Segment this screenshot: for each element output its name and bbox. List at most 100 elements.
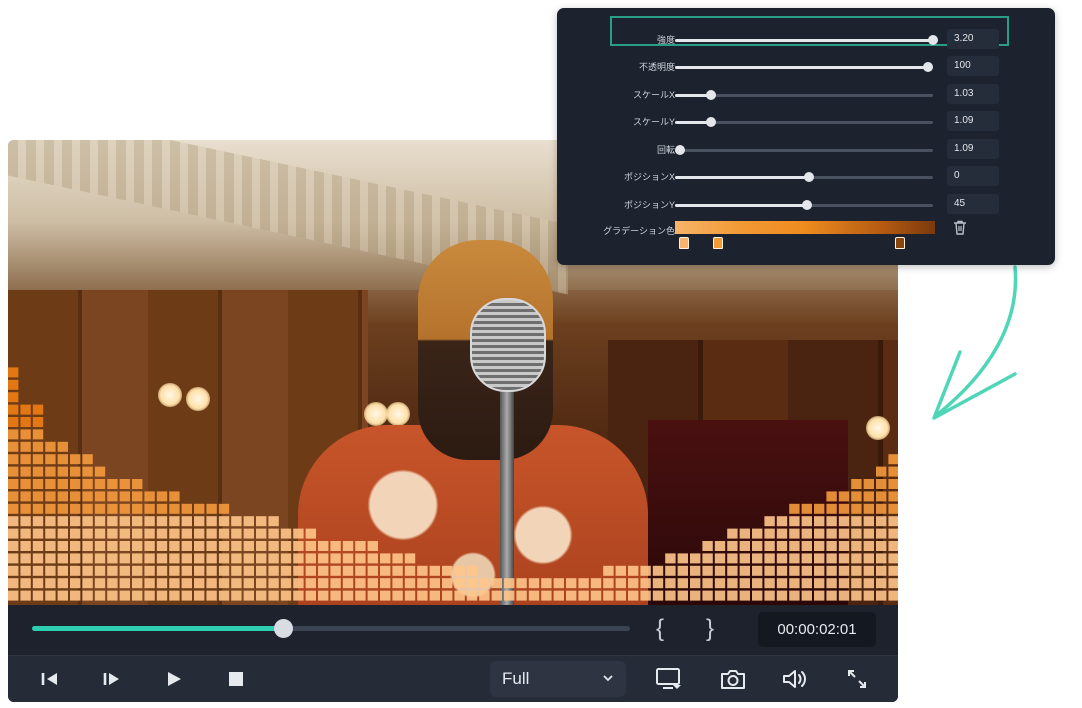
play-button[interactable] bbox=[160, 666, 188, 692]
setting-slider-handle[interactable] bbox=[928, 35, 938, 45]
visualizer-cell bbox=[206, 516, 217, 527]
setting-label: 回転 bbox=[656, 145, 675, 155]
setting-slider[interactable] bbox=[675, 200, 933, 210]
visualizer-cell bbox=[20, 516, 31, 527]
visualizer-cell bbox=[32, 553, 44, 564]
visualizer-cell bbox=[702, 553, 713, 564]
gradient-stop-handle[interactable] bbox=[894, 237, 905, 249]
setting-slider[interactable] bbox=[675, 145, 933, 155]
volume-icon bbox=[783, 670, 806, 688]
visualizer-cell bbox=[194, 503, 205, 514]
visualizer-cell bbox=[789, 516, 800, 527]
visualizer-cell bbox=[764, 528, 775, 539]
setting-slider[interactable] bbox=[675, 62, 933, 72]
visualizer-cell bbox=[8, 466, 19, 477]
visualizer-cell bbox=[32, 466, 44, 477]
visualizer-cell bbox=[305, 578, 316, 589]
visualizer-cell bbox=[640, 590, 651, 601]
visualizer-cell bbox=[491, 590, 502, 601]
volume-button[interactable] bbox=[780, 666, 810, 692]
visualizer-cell bbox=[144, 541, 155, 551]
visualizer-cell bbox=[615, 590, 626, 601]
visualizer-cell bbox=[32, 429, 44, 440]
setting-slider[interactable] bbox=[675, 90, 933, 100]
visualizer-cell bbox=[256, 541, 267, 551]
setting-value-input[interactable]: 1.03 bbox=[947, 84, 999, 104]
visualizer-cell bbox=[280, 565, 292, 576]
visualizer-cell bbox=[814, 578, 825, 589]
step-back-button[interactable] bbox=[36, 666, 64, 692]
setting-value-input[interactable]: 3.20 bbox=[947, 29, 999, 49]
setting-slider-handle[interactable] bbox=[801, 200, 812, 210]
visualizer-cell bbox=[838, 541, 850, 551]
delete-stop-button[interactable] bbox=[953, 220, 967, 240]
visualizer-cell bbox=[144, 590, 155, 601]
visualizer-cell bbox=[380, 553, 391, 564]
setting-value-input[interactable]: 100 bbox=[947, 56, 999, 76]
visualizer-cell bbox=[876, 553, 887, 564]
visualizer-cell bbox=[156, 516, 168, 527]
quality-select[interactable]: Full bbox=[490, 661, 626, 697]
visualizer-cell bbox=[752, 528, 763, 539]
visualizer-cell bbox=[268, 528, 279, 539]
setting-slider-handle[interactable] bbox=[706, 117, 717, 127]
visualizer-cell bbox=[107, 578, 118, 589]
visualizer-cell bbox=[20, 578, 31, 589]
visualizer-cell bbox=[8, 429, 19, 440]
setting-slider-handle[interactable] bbox=[804, 172, 815, 182]
visualizer-cell bbox=[690, 590, 701, 601]
setting-value-input[interactable]: 1.09 bbox=[947, 139, 999, 159]
visualizer-cell bbox=[888, 553, 898, 564]
visualizer-cell bbox=[789, 578, 800, 589]
mark-out-button[interactable]: } bbox=[706, 615, 714, 643]
visualizer-cell bbox=[454, 565, 465, 576]
visualizer-cell bbox=[380, 565, 391, 576]
setting-value-input[interactable]: 45 bbox=[947, 194, 999, 214]
visualizer-cell bbox=[231, 578, 242, 589]
visualizer-cell bbox=[826, 528, 837, 539]
visualizer-cell bbox=[702, 541, 713, 551]
visualizer-cell bbox=[132, 491, 143, 502]
setting-slider[interactable] bbox=[675, 172, 933, 182]
playhead-handle[interactable] bbox=[274, 619, 294, 638]
visualizer-cell bbox=[243, 528, 254, 539]
visualizer-cell bbox=[194, 578, 205, 589]
visualizer-cell bbox=[752, 590, 763, 601]
visualizer-cell bbox=[156, 590, 168, 601]
mark-in-button[interactable]: { bbox=[656, 615, 664, 643]
display-button[interactable] bbox=[654, 666, 684, 692]
setting-slider[interactable] bbox=[675, 117, 933, 127]
visualizer-cell bbox=[888, 479, 898, 489]
stop-button[interactable] bbox=[222, 666, 250, 692]
setting-value-input[interactable]: 0 bbox=[947, 166, 999, 186]
playback-track[interactable] bbox=[32, 619, 630, 638]
setting-slider-handle[interactable] bbox=[706, 90, 717, 100]
visualizer-cell bbox=[107, 479, 118, 489]
visualizer-cell bbox=[144, 565, 155, 576]
visualizer-cell bbox=[94, 466, 106, 477]
fullscreen-button[interactable] bbox=[842, 666, 872, 692]
display-icon bbox=[656, 668, 681, 689]
visualizer-cell bbox=[479, 578, 490, 589]
setting-slider-handle[interactable] bbox=[922, 62, 933, 72]
snapshot-button[interactable] bbox=[718, 666, 748, 692]
step-forward-button[interactable] bbox=[98, 666, 126, 692]
visualizer-cell bbox=[268, 553, 279, 564]
stop-icon bbox=[229, 672, 243, 686]
visualizer-cell bbox=[355, 541, 366, 551]
visualizer-cell bbox=[578, 590, 589, 601]
setting-slider[interactable] bbox=[675, 35, 938, 45]
effect-settings-panel: 強度 3.20 不透明度 100 スケールX 1.03 スケールY 1.09 回転 1.09 ポジシ… bbox=[557, 8, 1055, 265]
gradient-color-bar[interactable] bbox=[675, 221, 935, 234]
setting-value-input[interactable]: 1.09 bbox=[947, 111, 999, 131]
visualizer-cell bbox=[466, 565, 478, 576]
visualizer-cell bbox=[20, 404, 31, 415]
visualizer-cell bbox=[814, 503, 825, 514]
gradient-stop-handle[interactable] bbox=[678, 237, 689, 249]
gradient-stop-handle[interactable] bbox=[712, 237, 723, 249]
visualizer-cell bbox=[82, 553, 93, 564]
visualizer-cell bbox=[181, 565, 192, 576]
setting-slider-handle[interactable] bbox=[675, 145, 686, 155]
visualizer-cell bbox=[293, 528, 304, 539]
visualizer-cell bbox=[256, 565, 267, 576]
